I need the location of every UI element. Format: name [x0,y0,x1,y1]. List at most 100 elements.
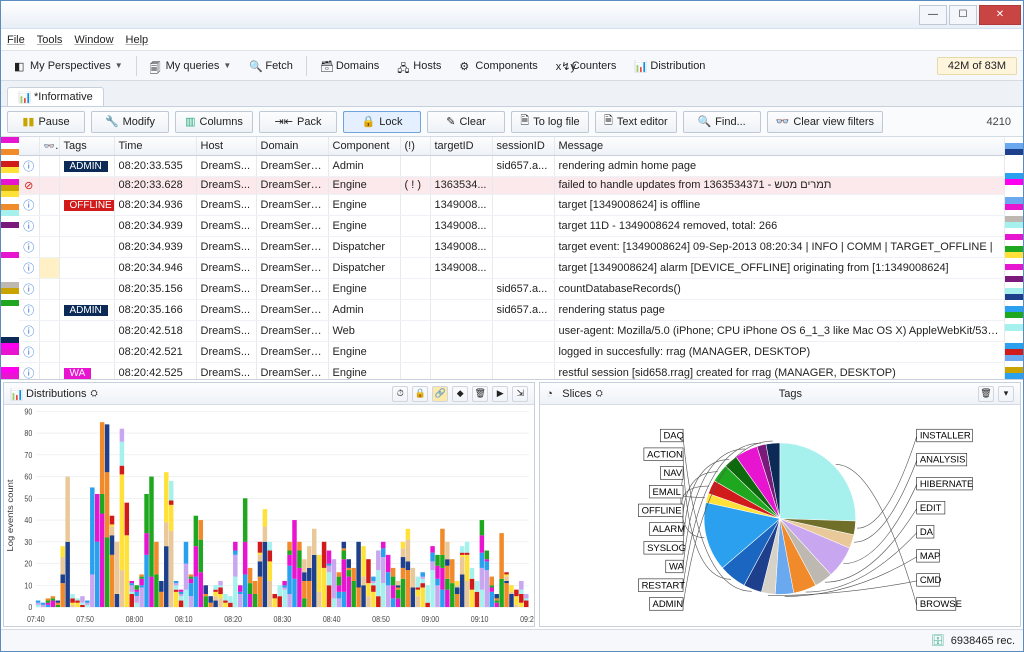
db-icon: 🗄 [931,634,945,647]
col-header[interactable]: sessionID [492,137,554,155]
svg-text:08:10: 08:10 [175,614,193,624]
svg-text:40: 40 [24,516,32,526]
svg-text:07:40: 07:40 [27,614,45,624]
svg-text:09:00: 09:00 [421,614,439,624]
lock-button[interactable]: 🔒Lock [343,111,421,133]
svg-text:08:00: 08:00 [126,614,144,624]
svg-text:80: 80 [24,429,32,439]
table-row[interactable]: ⓘOFFLINE08:20:34.936DreamS...DreamServ..… [19,194,1005,215]
col-header[interactable]: Tags [59,137,114,155]
dist-tool-3[interactable]: 🔗 [432,386,448,402]
view-toolbar: ▮▮Pause 🔧Modify ▥Columns ⇥⇤Pack 🔒Lock ✎C… [1,107,1023,137]
queries-dropdown[interactable]: 🗐My queries▼ [143,57,239,75]
col-header[interactable]: Host [196,137,256,155]
svg-text:09:10: 09:10 [471,614,489,624]
tab-informative[interactable]: 📊*Informative [7,87,104,106]
svg-text:10: 10 [24,581,32,591]
svg-text:08:30: 08:30 [274,614,292,624]
table-row[interactable]: ⓘ08:20:42.521DreamS...DreamServ...Engine… [19,341,1005,362]
svg-text:Log events count: Log events count [6,479,15,552]
svg-text:08:50: 08:50 [372,614,390,624]
domains-button[interactable]: 🗃Domains [313,57,386,75]
pause-button[interactable]: ▮▮Pause [7,111,85,133]
left-color-gutter [1,137,19,379]
tologfile-button[interactable]: 🗎To log file [511,111,589,133]
right-color-gutter [1005,137,1023,379]
components-button[interactable]: ⚙Components [452,57,544,75]
main-toolbar: ◧My Perspectives▼ 🗐My queries▼ 🔍Fetch 🗃D… [1,51,1023,81]
col-header[interactable]: 👓 [39,137,59,155]
dist-tool-6[interactable]: ▶ [492,386,508,402]
menubar: File Tools Window Help [1,29,1023,51]
dist-tool-2[interactable]: 🔒 [412,386,428,402]
svg-text:ADMIN: ADMIN [653,599,684,610]
svg-text:BROWSE: BROWSE [920,599,962,610]
menu-window[interactable]: Window [74,34,113,46]
col-header[interactable]: Message [554,137,1005,155]
table-row[interactable]: ⓘADMIN08:20:35.166DreamS...DreamServ...A… [19,299,1005,320]
svg-text:70: 70 [24,450,32,460]
svg-text:ALARM: ALARM [653,524,686,535]
perspectives-dropdown[interactable]: ◧My Perspectives▼ [7,57,130,75]
log-table[interactable]: 👓TagsTimeHostDomainComponent(!)targetIDs… [19,137,1005,379]
slices-tags-header: Tags [607,388,974,400]
svg-text:SYSLOG: SYSLOG [647,543,686,554]
table-row[interactable]: ⓘADMIN08:20:33.535DreamS...DreamServ...A… [19,155,1005,176]
distributions-chart: 0102030405060708090Log events count07:40… [4,405,534,626]
columns-button[interactable]: ▥Columns [175,111,253,133]
svg-text:ACTION: ACTION [647,449,683,460]
col-header[interactable]: Time [114,137,196,155]
menu-tools[interactable]: Tools [37,34,63,46]
table-row[interactable]: ⓘ08:20:42.518DreamS...DreamServ...Webuse… [19,320,1005,341]
col-header[interactable]: Domain [256,137,328,155]
table-row[interactable]: ⓘ08:20:34.946DreamS...DreamServ...Dispat… [19,257,1005,278]
maximize-button[interactable]: ☐ [949,5,977,25]
svg-text:CMD: CMD [920,575,942,586]
svg-text:MAP: MAP [920,551,941,562]
svg-text:RESTART: RESTART [642,580,686,591]
dist-tool-4[interactable]: ◆ [452,386,468,402]
svg-text:60: 60 [24,472,32,482]
fetch-button[interactable]: 🔍Fetch [242,57,300,75]
slices-tool-2[interactable]: ▾ [998,386,1014,402]
minimize-button[interactable]: — [919,5,947,25]
counters-button[interactable]: x↯yCounters [549,57,624,75]
clear-button[interactable]: ✎Clear [427,111,505,133]
col-header[interactable]: targetID [430,137,492,155]
table-row[interactable]: ⊘08:20:33.628DreamS...DreamServ...Engine… [19,176,1005,194]
hosts-button[interactable]: 🖧Hosts [390,57,448,75]
texteditor-button[interactable]: 🗎Text editor [595,111,677,133]
window-titlebar: — ☐ ✕ [1,1,1023,29]
memory-badge: 42M of 83M [937,57,1017,75]
svg-text:NAV: NAV [664,468,683,479]
menu-help[interactable]: Help [126,34,149,46]
col-header[interactable]: (!) [400,137,430,155]
table-row[interactable]: ⓘ08:20:35.156DreamS...DreamServ...Engine… [19,278,1005,299]
svg-text:EMAIL: EMAIL [653,487,681,498]
table-row[interactable]: ⓘWA08:20:42.525DreamS...DreamServ...Engi… [19,362,1005,379]
dist-tool-7[interactable]: ⇲ [512,386,528,402]
svg-text:INSTALLER: INSTALLER [920,431,971,442]
close-button[interactable]: ✕ [979,5,1021,25]
col-header[interactable]: Component [328,137,400,155]
find-button[interactable]: 🔍Find... [683,111,761,133]
svg-text:90: 90 [24,407,32,417]
slices-tool-1[interactable]: 🗑 [978,386,994,402]
dist-tool-1[interactable]: ⏱ [392,386,408,402]
modify-button[interactable]: 🔧Modify [91,111,169,133]
svg-text:WA: WA [669,562,685,573]
dist-tool-5[interactable]: 🗑 [472,386,488,402]
row-count: 4210 [981,116,1017,128]
slices-title: Slices [562,388,591,400]
svg-text:DA: DA [920,527,934,538]
menu-file[interactable]: File [7,34,25,46]
table-row[interactable]: ⓘ08:20:34.939DreamS...DreamServ...Engine… [19,215,1005,236]
svg-text:09:20: 09:20 [520,614,534,624]
slices-panel: ◔ Slices ⛭ Tags 🗑 ▾ DAQACTIONNAVEMAILOFF… [539,382,1021,627]
pack-button[interactable]: ⇥⇤Pack [259,111,337,133]
clearfilters-button[interactable]: 👓Clear view filters [767,111,883,133]
distribution-button[interactable]: 📊Distribution [627,57,712,75]
record-count: 6938465 rec. [951,635,1015,647]
col-header[interactable] [19,137,39,155]
table-row[interactable]: ⓘ08:20:34.939DreamS...DreamServ...Dispat… [19,236,1005,257]
